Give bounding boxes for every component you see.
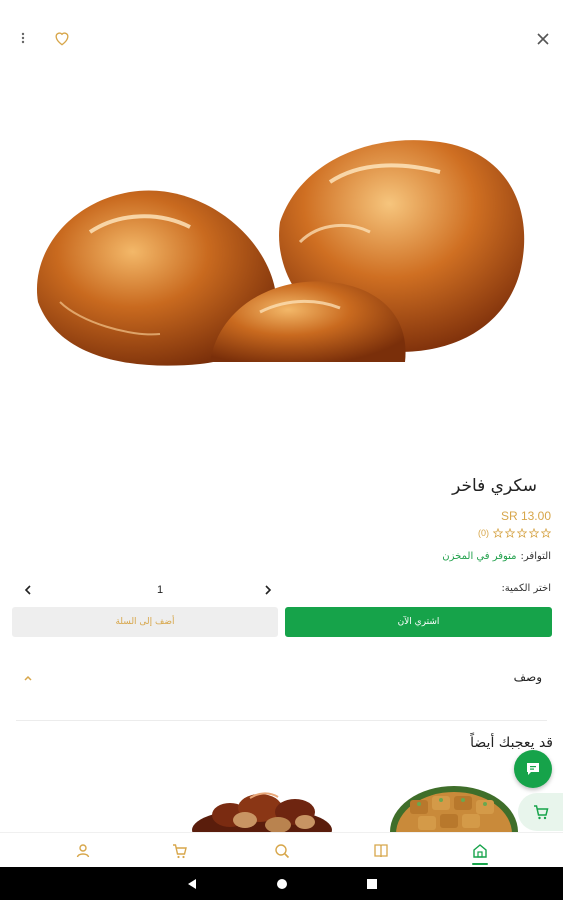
related-title: قد يعجبك أيضاً: [470, 735, 553, 751]
buy-now-button[interactable]: اشتري الآن: [285, 607, 552, 637]
nav-account[interactable]: [58, 833, 108, 868]
star-icon: [517, 528, 527, 538]
quantity-stepper: 1: [16, 576, 280, 604]
chat-icon: [527, 763, 539, 775]
cart-fab-icon: [533, 805, 548, 820]
book-icon: [374, 843, 388, 857]
back-icon[interactable]: [172, 867, 212, 900]
cart-icon: [173, 843, 187, 858]
product-title: سكري فاخر: [452, 476, 537, 496]
cart-fab-button[interactable]: [518, 793, 563, 831]
top-app-bar: [0, 0, 563, 72]
rating-row: (0): [478, 528, 551, 538]
add-to-cart-button[interactable]: أضف إلى السلة: [12, 607, 278, 637]
star-icon: [529, 528, 539, 538]
user-icon: [76, 843, 90, 857]
availability-value: متوفر في المخزن: [442, 551, 517, 562]
related-product-image[interactable]: [388, 782, 520, 835]
availability-label: التوافر:: [520, 551, 551, 562]
product-image: [0, 72, 563, 467]
chevron-right-icon[interactable]: [256, 576, 280, 604]
rating-count: (0): [478, 528, 489, 538]
chevron-left-icon[interactable]: [16, 576, 40, 604]
star-rating: [493, 528, 551, 538]
star-icon: [541, 528, 551, 538]
nav-home[interactable]: [455, 833, 505, 868]
active-nav-indicator: [472, 863, 488, 865]
quantity-label: اختر الكمية:: [501, 583, 551, 594]
quantity-input[interactable]: 1: [64, 576, 256, 604]
divider: [16, 720, 547, 721]
availability: التوافر: متوفر في المخزن: [442, 551, 551, 562]
chevron-up-icon[interactable]: [20, 670, 36, 686]
nav-search[interactable]: [257, 833, 307, 868]
heart-icon[interactable]: [52, 28, 72, 48]
more-vert-icon[interactable]: [14, 28, 32, 48]
chat-fab-button[interactable]: [514, 750, 552, 788]
close-icon[interactable]: [532, 28, 554, 50]
product-price: SR 13.00: [500, 509, 551, 523]
nav-catalog[interactable]: [356, 833, 406, 868]
bottom-navigation: [0, 832, 563, 868]
recents-icon[interactable]: [352, 867, 392, 900]
star-icon: [505, 528, 515, 538]
description-label: وصف: [513, 670, 542, 684]
description-accordion[interactable]: وصف: [12, 664, 552, 696]
system-navigation-bar: [0, 867, 563, 900]
nav-cart[interactable]: [155, 833, 205, 868]
related-product-image[interactable]: [190, 780, 335, 835]
star-icon: [493, 528, 503, 538]
home-icon: [473, 843, 487, 858]
search-icon: [275, 843, 290, 858]
home-circle-icon[interactable]: [262, 867, 302, 900]
